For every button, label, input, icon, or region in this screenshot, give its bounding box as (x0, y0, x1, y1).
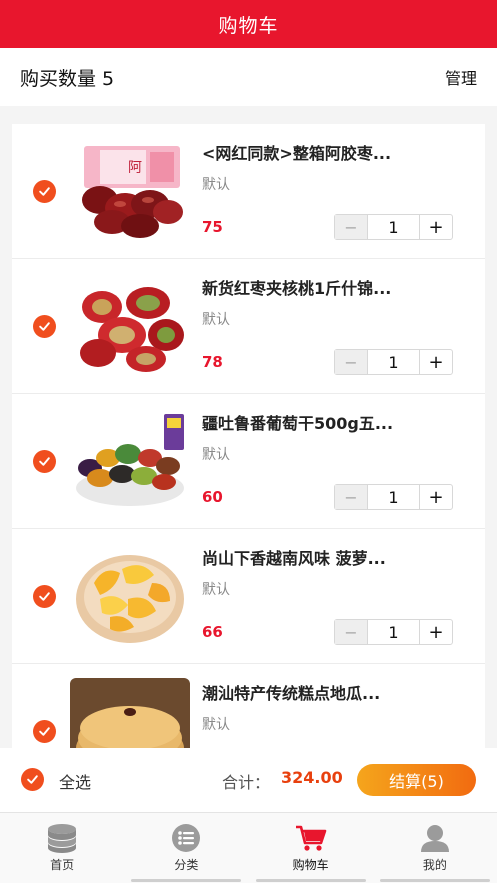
item-checkbox[interactable] (33, 720, 56, 743)
product-image-pastry[interactable] (70, 678, 190, 748)
item-checkbox[interactable] (33, 180, 56, 203)
cart-summary-bar: 购买数量 5 管理 (0, 48, 497, 106)
check-icon (39, 322, 50, 331)
decrease-button[interactable]: − (335, 215, 368, 239)
product-spec: 默认 (202, 447, 230, 463)
page-title: 购物车 (218, 14, 279, 37)
home-indicator-segment (379, 879, 490, 882)
check-icon (39, 727, 50, 736)
bottom-tab-bar: 首页 分类 购物车 我的 (0, 812, 497, 883)
cart-item: 尚山下香越南风味 菠萝... 默认 66 − 1 + (12, 529, 485, 664)
quantity-value[interactable]: 1 (368, 620, 419, 644)
select-all-label[interactable]: 全选 (59, 769, 91, 793)
coins-stack-icon (48, 824, 77, 853)
checkout-bar: 全选 合计： 324.00 结算(5) (0, 748, 497, 812)
home-indicator-segment (255, 879, 366, 882)
product-price: 78 (202, 353, 223, 371)
svg-text:阿: 阿 (128, 160, 142, 176)
product-spec: 默认 (202, 312, 230, 328)
tab-mine[interactable]: 我的 (373, 813, 497, 883)
item-checkbox[interactable] (33, 450, 56, 473)
quantity-value[interactable]: 1 (368, 485, 419, 509)
home-indicator-segment (131, 879, 242, 882)
increase-button[interactable]: + (419, 350, 452, 374)
cart-item-list[interactable]: 阿 <网红同款>整箱阿胶枣... 默认 75 − 1 + 新货红枣夹核桃1斤什锦… (12, 124, 485, 748)
total-label: 合计： (222, 773, 271, 792)
quantity-stepper: − 1 + (334, 349, 453, 375)
product-name[interactable]: 新货红枣夹核桃1斤什锦... (202, 275, 472, 299)
product-spec: 默认 (202, 177, 230, 193)
product-spec: 默认 (202, 582, 230, 598)
item-checkbox[interactable] (33, 585, 56, 608)
cart-item: 潮汕特产传统糕点地瓜... 默认 (12, 664, 485, 748)
product-image-jujube-box[interactable]: 阿 (70, 138, 190, 243)
tab-mine-label: 我的 (422, 858, 447, 872)
purchase-count: 购买数量 5 (20, 67, 115, 90)
tab-cart-label: 购物车 (292, 858, 329, 872)
product-name[interactable]: <网红同款>整箱阿胶枣... (202, 140, 472, 164)
shopping-cart-icon (295, 825, 326, 851)
check-icon (39, 187, 50, 196)
decrease-button[interactable]: − (335, 620, 368, 644)
select-all-checkbox[interactable] (21, 768, 44, 791)
product-name[interactable]: 疆吐鲁番葡萄干500g五... (202, 410, 472, 434)
quantity-stepper: − 1 + (334, 484, 453, 510)
tab-category[interactable]: 分类 (124, 813, 248, 883)
product-name[interactable]: 潮汕特产传统糕点地瓜... (202, 680, 472, 704)
cart-item: 新货红枣夹核桃1斤什锦... 默认 78 − 1 + (12, 259, 485, 394)
increase-button[interactable]: + (419, 620, 452, 644)
product-price: 60 (202, 488, 223, 506)
manage-button[interactable]: 管理 (445, 65, 477, 89)
product-image-raisins[interactable] (70, 408, 190, 513)
quantity-stepper: − 1 + (334, 619, 453, 645)
cart-item: 阿 <网红同款>整箱阿胶枣... 默认 75 − 1 + (12, 124, 485, 259)
product-image-jackfruit-chips[interactable] (70, 543, 190, 648)
category-list-icon (172, 824, 201, 852)
increase-button[interactable]: + (419, 215, 452, 239)
tab-home[interactable]: 首页 (0, 813, 124, 883)
quantity-value[interactable]: 1 (368, 350, 419, 374)
product-name[interactable]: 尚山下香越南风味 菠萝... (202, 545, 472, 569)
settle-button[interactable]: 结算(5) (357, 764, 476, 796)
check-icon (27, 775, 38, 784)
user-profile-icon (420, 825, 449, 852)
total-amount: 324.00 (281, 768, 343, 787)
increase-button[interactable]: + (419, 485, 452, 509)
page-title-bar: 购物车 (0, 0, 497, 48)
product-spec: 默认 (202, 717, 230, 733)
decrease-button[interactable]: − (335, 350, 368, 374)
check-icon (39, 592, 50, 601)
quantity-stepper: − 1 + (334, 214, 453, 240)
item-checkbox[interactable] (33, 315, 56, 338)
tab-category-label: 分类 (174, 858, 199, 872)
product-price: 66 (202, 623, 223, 641)
tab-home-label: 首页 (50, 858, 75, 872)
check-icon (39, 457, 50, 466)
quantity-value[interactable]: 1 (368, 215, 419, 239)
cart-item: 疆吐鲁番葡萄干500g五... 默认 60 − 1 + (12, 394, 485, 529)
decrease-button[interactable]: − (335, 485, 368, 509)
tab-cart[interactable]: 购物车 (249, 813, 373, 883)
product-price: 75 (202, 218, 223, 236)
product-image-jujube-walnut[interactable] (70, 273, 190, 378)
